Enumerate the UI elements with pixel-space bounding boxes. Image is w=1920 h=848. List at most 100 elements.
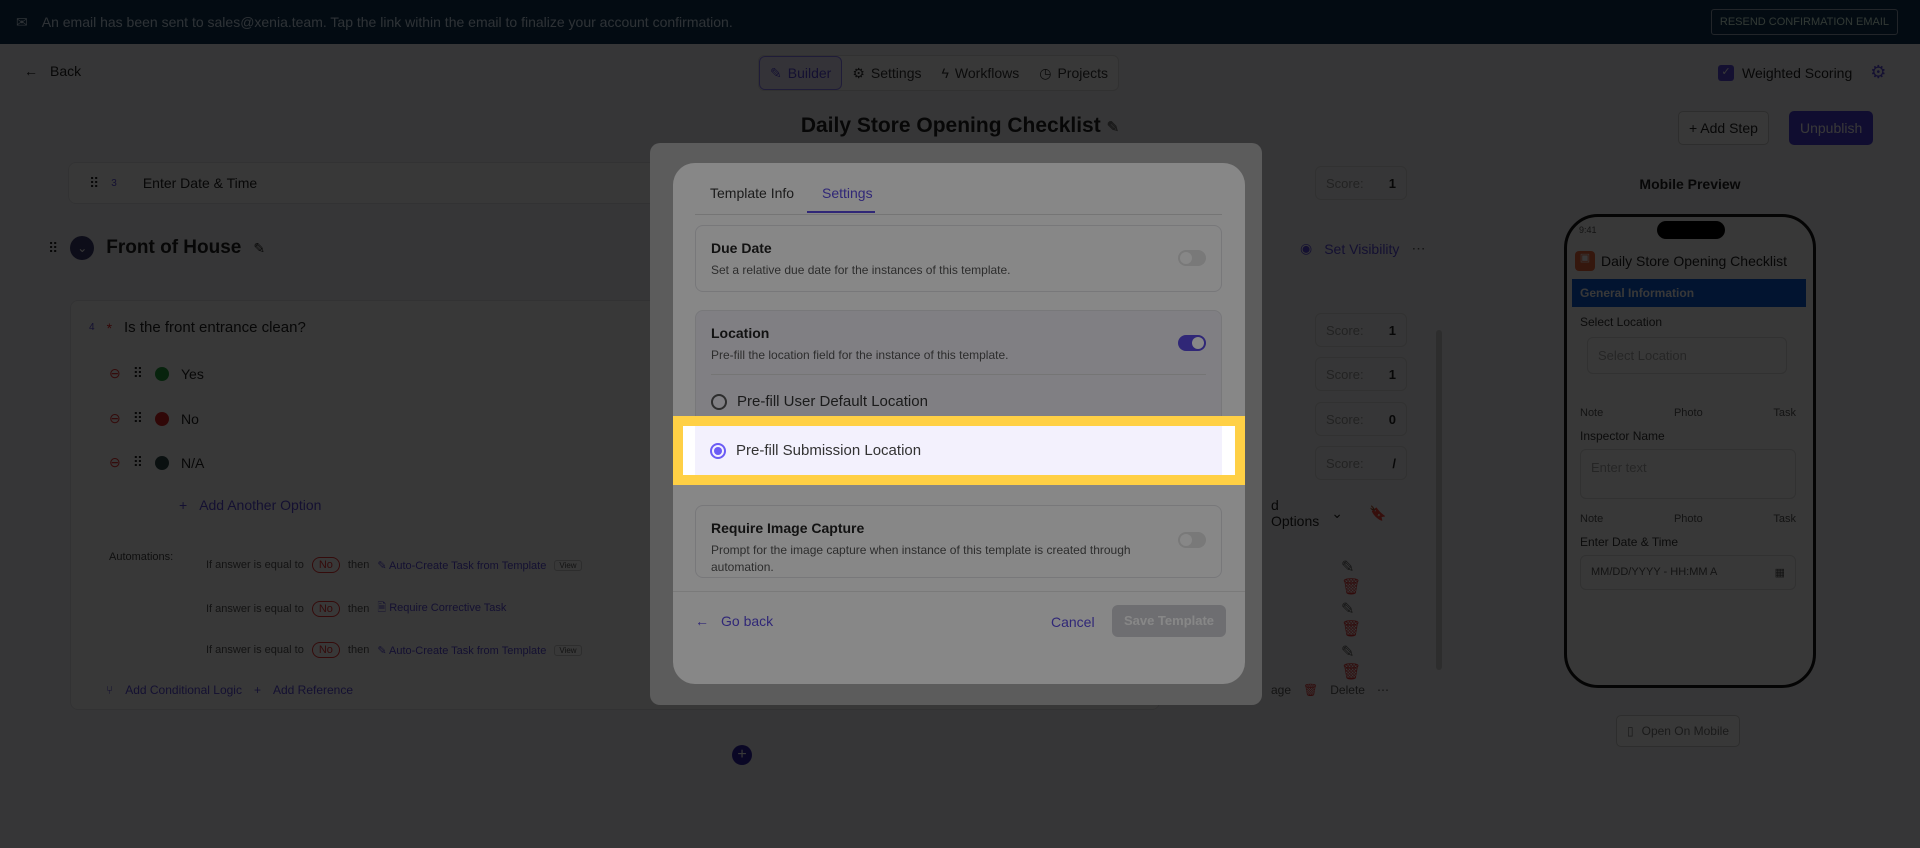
score-field[interactable]: Score: 1 <box>1315 313 1407 347</box>
option-color-dot[interactable] <box>155 455 169 470</box>
add-step-button[interactable]: + Add Step <box>1678 111 1769 145</box>
resend-confirmation-button[interactable]: RESEND CONFIRMATION EMAIL <box>1710 9 1898 35</box>
automation-action[interactable]: ✎ Auto-Create Task from Template <box>377 644 546 657</box>
image-capture-toggle[interactable] <box>1178 532 1206 548</box>
dynamic-island <box>1657 221 1725 239</box>
drag-handle-icon[interactable]: ⠿ <box>89 175 99 192</box>
inspector-name-input[interactable]: Enter text <box>1580 449 1796 499</box>
advanced-options-dropdown[interactable]: d Options ⌄ 🔖 <box>1271 497 1386 529</box>
go-back-button[interactable]: ← Go back <box>695 613 773 629</box>
bookmark-icon[interactable]: 🔖 <box>1369 505 1386 522</box>
section-title: Front of House <box>106 237 242 258</box>
tab-label: Projects <box>1057 65 1109 81</box>
option-label[interactable]: N/A <box>181 455 204 471</box>
option-label[interactable]: No <box>181 411 199 427</box>
score-label: Score: <box>1326 175 1364 191</box>
automation-action[interactable]: 🗎 Require Corrective Task <box>377 599 506 618</box>
radio-user-default-location[interactable]: Pre-fill User Default Location <box>711 393 928 410</box>
cancel-button[interactable]: Cancel <box>1051 614 1095 630</box>
drag-handle-icon[interactable]: ⠿ <box>133 365 143 382</box>
option-label[interactable]: Yes <box>181 366 204 382</box>
unpublish-button[interactable]: Unpublish <box>1789 111 1874 145</box>
tabs-divider <box>695 214 1222 215</box>
image-button[interactable]: age <box>1271 683 1291 697</box>
pencil-icon: ✎ <box>377 644 389 657</box>
main-tabs: ✎ Builder ⚙ Settings ϟ Workflows ◷ Projects <box>758 55 1120 91</box>
tab-settings[interactable]: Settings <box>822 185 873 201</box>
trash-icon[interactable]: 🗑 <box>1341 664 1361 681</box>
score-label: Score: <box>1326 366 1364 382</box>
confirmation-banner: ✉ An email has been sent to sales@xenia.… <box>0 0 1920 44</box>
collapse-chevron-icon[interactable]: ⌄ <box>70 236 95 260</box>
tab-projects[interactable]: ◷ Projects <box>1029 56 1118 90</box>
edit-automation-icon[interactable]: ✎ 🗑 <box>1341 557 1361 597</box>
automation-value: No <box>311 642 340 658</box>
due-date-toggle[interactable] <box>1178 250 1206 266</box>
remove-icon[interactable]: ⊖ <box>109 365 121 382</box>
option-row: ⊖ ⠿ N/A <box>109 454 204 471</box>
edit-automation-icon[interactable]: ✎ 🗑 <box>1341 599 1361 639</box>
open-on-mobile-button[interactable]: ▯ Open On Mobile <box>1616 715 1740 747</box>
score-field[interactable]: Score: 1 <box>1315 166 1407 200</box>
automation-condition: If answer is equal to <box>206 644 304 656</box>
option-score[interactable]: Score: / <box>1315 446 1407 480</box>
back-button[interactable]: ← Back <box>24 63 81 79</box>
setting-title: Location <box>711 325 770 341</box>
select-location-input[interactable]: Select Location <box>1587 337 1787 374</box>
date-time-input[interactable]: MM/DD/YYYY - HH:MM A ▦ <box>1580 555 1796 590</box>
drag-handle-icon[interactable]: ⠿ <box>133 454 143 471</box>
view-badge[interactable]: View <box>554 644 582 656</box>
plus-icon: + <box>253 683 261 697</box>
mail-icon: ✉ <box>16 13 28 30</box>
save-template-button[interactable]: Save Template <box>1112 605 1226 637</box>
set-visibility-button[interactable]: ◉ Set Visibility ⋯ <box>1300 240 1425 257</box>
photo-button[interactable]: Photo <box>1674 513 1703 525</box>
weighted-scoring-checkbox[interactable]: ✓ Weighted Scoring ⚙ <box>1718 62 1886 83</box>
option-score[interactable]: Score: 1 <box>1315 357 1407 391</box>
pencil-icon[interactable]: ✎ <box>1107 119 1120 136</box>
automation-action-label: Require Corrective Task <box>389 602 507 614</box>
automation-action[interactable]: ✎ Auto-Create Task from Template <box>377 559 546 572</box>
add-conditional-logic-button[interactable]: Add Conditional Logic <box>125 683 242 697</box>
tab-settings[interactable]: ⚙ Settings <box>842 56 931 90</box>
drag-handle-icon[interactable]: ⠿ <box>133 410 143 427</box>
phone-icon: ▯ <box>1627 724 1634 738</box>
score-value: 1 <box>1388 322 1396 338</box>
task-button[interactable]: Task <box>1773 513 1796 525</box>
footer-divider <box>673 591 1245 592</box>
trash-icon[interactable]: 🗑 <box>1341 621 1361 638</box>
photo-button[interactable]: Photo <box>1674 407 1703 419</box>
view-badge[interactable]: View <box>554 559 582 571</box>
builder-scrollbar[interactable] <box>1436 330 1442 670</box>
automation-value: No <box>311 600 340 617</box>
option-color-dot[interactable] <box>155 411 169 426</box>
delete-button[interactable]: Delete <box>1330 683 1365 697</box>
question-label[interactable]: Is the front entrance clean? <box>124 319 306 336</box>
tab-workflows[interactable]: ϟ Workflows <box>931 56 1029 90</box>
automation-row: If answer is equal to No then 🗎 Require Cor… <box>206 599 506 618</box>
trash-icon[interactable]: 🗑 <box>1341 579 1361 596</box>
add-reference-button[interactable]: Add Reference <box>273 683 353 697</box>
location-toggle[interactable] <box>1178 335 1206 351</box>
note-button[interactable]: Note <box>1580 407 1603 419</box>
add-option-button[interactable]: + Add Another Option <box>179 497 321 513</box>
option-color-dot[interactable] <box>155 366 169 381</box>
more-icon[interactable]: ⋯ <box>1411 240 1425 257</box>
pencil-icon[interactable]: ✎ <box>253 240 265 257</box>
radio-unselected-icon <box>711 393 727 410</box>
add-step-plus-icon[interactable]: + <box>732 745 752 765</box>
gear-icon[interactable]: ⚙ <box>1870 62 1886 83</box>
remove-icon[interactable]: ⊖ <box>109 410 121 427</box>
question-actions: age 🗑 Delete ⋯ <box>1271 683 1389 697</box>
tab-builder[interactable]: ✎ Builder <box>759 56 843 90</box>
remove-icon[interactable]: ⊖ <box>109 454 121 471</box>
drag-handle-icon[interactable]: ⠿ <box>48 240 58 257</box>
edit-automation-icon[interactable]: ✎ 🗑 <box>1341 642 1361 682</box>
more-icon[interactable]: ⋯ <box>1377 683 1389 697</box>
option-score[interactable]: Score: 0 <box>1315 402 1407 436</box>
task-button[interactable]: Task <box>1773 407 1796 419</box>
setting-title: Due Date <box>711 240 772 256</box>
radio-submission-location[interactable]: Pre-fill Submission Location <box>695 426 1222 475</box>
note-button[interactable]: Note <box>1580 513 1603 525</box>
tab-template-info[interactable]: Template Info <box>710 185 794 201</box>
